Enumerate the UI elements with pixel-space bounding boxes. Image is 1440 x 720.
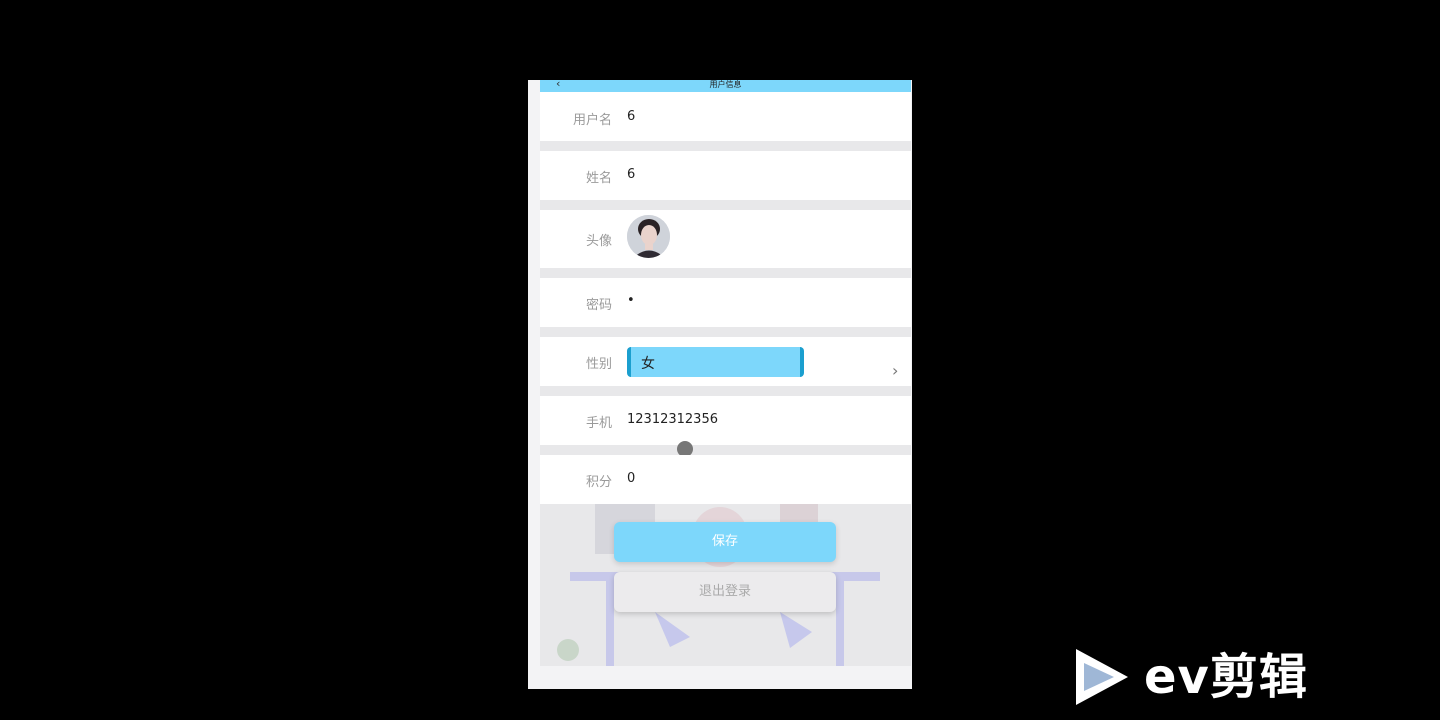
name-value[interactable]: 6 <box>627 167 635 182</box>
points-value: 0 <box>627 471 636 486</box>
form-container: 用户名 6 姓名 6 头像 密码 • 性别 女 › 手机 12312312356… <box>540 92 911 666</box>
header-bar: ‹ 用户信息 <box>540 80 911 92</box>
gender-select[interactable]: 女 <box>627 347 804 377</box>
field-name: 姓名 6 <box>540 151 911 200</box>
phone-label: 手机 <box>585 416 612 431</box>
username-label: 用户名 <box>572 113 612 128</box>
avatar[interactable] <box>627 215 670 258</box>
field-username: 用户名 6 <box>540 92 911 141</box>
field-phone: 手机 12312312356 <box>540 396 911 445</box>
chevron-right-icon[interactable]: › <box>892 361 898 380</box>
phone-value[interactable]: 12312312356 <box>627 412 718 427</box>
save-button[interactable]: 保存 <box>614 522 836 562</box>
points-label: 积分 <box>585 475 612 490</box>
field-gender: 性别 女 › <box>540 337 911 386</box>
name-label: 姓名 <box>585 171 612 186</box>
page-title: 用户信息 <box>709 80 742 89</box>
field-points: 积分 0 <box>540 455 911 504</box>
password-value[interactable]: • <box>627 293 635 308</box>
field-avatar: 头像 <box>540 210 911 268</box>
play-logo-icon <box>1076 649 1128 705</box>
gender-value: 女 <box>641 356 655 372</box>
avatar-label: 头像 <box>585 234 612 249</box>
watermark: ev剪辑 <box>1070 645 1330 709</box>
app-screen: ‹ 用户信息 用户名 6 姓名 6 头像 密码 • 性别 女 › 手机 1231… <box>528 80 912 689</box>
logout-button[interactable]: 退出登录 <box>614 572 836 612</box>
watermark-text: ev剪辑 <box>1144 649 1308 705</box>
field-password: 密码 • <box>540 278 911 327</box>
gender-label: 性别 <box>585 357 612 372</box>
username-value[interactable]: 6 <box>627 109 635 124</box>
password-label: 密码 <box>585 298 612 313</box>
